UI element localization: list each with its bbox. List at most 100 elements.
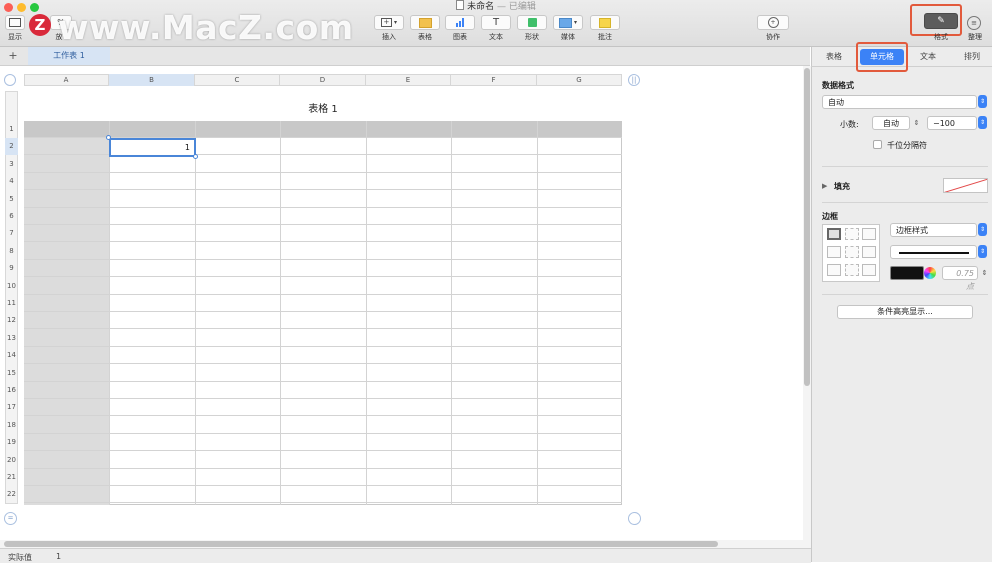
data-format-value: 自动 bbox=[828, 98, 844, 107]
table-row bbox=[24, 278, 622, 295]
border-bottom-icon[interactable] bbox=[862, 264, 876, 276]
collaborate-button[interactable]: + bbox=[757, 15, 789, 30]
row-header[interactable]: 21 bbox=[5, 469, 18, 486]
column-header-b[interactable]: B bbox=[109, 74, 195, 86]
row-header[interactable]: 16 bbox=[5, 382, 18, 399]
add-sheet-button[interactable]: + bbox=[6, 48, 20, 64]
row-header[interactable]: 9 bbox=[5, 260, 18, 277]
table-row bbox=[24, 295, 622, 312]
column-header-c[interactable]: C bbox=[195, 74, 280, 86]
table-label: 表格 bbox=[418, 33, 432, 41]
row-header[interactable]: 1 bbox=[5, 121, 18, 138]
row-header[interactable]: 2 bbox=[5, 138, 18, 156]
comment-icon bbox=[599, 17, 611, 28]
column-header-a[interactable]: A bbox=[24, 74, 109, 86]
comment-button[interactable] bbox=[590, 15, 620, 30]
table-title[interactable]: 表格 1 bbox=[280, 100, 366, 115]
tab-cell[interactable]: 单元格 bbox=[860, 49, 904, 65]
color-wheel-icon[interactable] bbox=[924, 267, 936, 279]
media-button[interactable]: ▾ bbox=[553, 15, 583, 30]
column-header-g[interactable]: G bbox=[537, 74, 622, 86]
border-color-well[interactable] bbox=[890, 266, 924, 280]
column-header-e[interactable]: E bbox=[366, 74, 451, 86]
row-header[interactable]: 15 bbox=[5, 365, 18, 382]
row-header[interactable]: 12 bbox=[5, 312, 18, 329]
tab-table[interactable]: 表格 bbox=[812, 49, 856, 65]
sheet-tab-active[interactable]: 工作表 1 bbox=[28, 47, 110, 65]
row-header[interactable]: 22 bbox=[5, 486, 18, 503]
row-header[interactable]: 3 bbox=[5, 156, 18, 173]
column-divider bbox=[537, 121, 538, 505]
border-all-icon[interactable] bbox=[862, 228, 876, 240]
row-header[interactable]: 4 bbox=[5, 173, 18, 190]
row-header[interactable]: 7 bbox=[5, 225, 18, 242]
table-row bbox=[24, 191, 622, 208]
format-button[interactable]: ✎ bbox=[924, 13, 958, 29]
text-icon: T bbox=[492, 17, 500, 28]
row-header[interactable]: 17 bbox=[5, 399, 18, 416]
row-header[interactable]: 6 bbox=[5, 208, 18, 225]
tab-arrange[interactable]: 排列 bbox=[950, 49, 992, 65]
view-label: 显示 bbox=[8, 33, 22, 41]
row-header[interactable]: 8 bbox=[5, 243, 18, 260]
line-style-dropdown-icon[interactable]: ⇕ bbox=[978, 245, 987, 258]
shape-button[interactable] bbox=[517, 15, 547, 30]
vertical-scrollbar[interactable] bbox=[804, 68, 810, 386]
conditional-highlight-button[interactable]: 条件高亮显示... bbox=[837, 305, 973, 319]
data-format-dropdown-icon[interactable]: ⇕ bbox=[978, 95, 987, 108]
border-style-dropdown-icon[interactable]: ⇕ bbox=[978, 223, 987, 236]
column-header-f[interactable]: F bbox=[451, 74, 537, 86]
selected-cell[interactable]: 1 bbox=[109, 138, 196, 157]
row-header[interactable]: 13 bbox=[5, 330, 18, 347]
row-header[interactable]: 19 bbox=[5, 434, 18, 451]
border-inner-icon[interactable] bbox=[845, 228, 859, 240]
cell-resize-handle[interactable] bbox=[106, 135, 111, 140]
table-button[interactable] bbox=[410, 15, 440, 30]
row-header[interactable]: 10 bbox=[5, 278, 18, 295]
insert-button[interactable]: + ▾ bbox=[374, 15, 404, 30]
horizontal-scrollbar[interactable] bbox=[4, 541, 718, 547]
sheet-tab-bar bbox=[0, 47, 810, 66]
border-width-stepper[interactable]: ⇕ bbox=[980, 266, 989, 280]
border-outer-icon[interactable] bbox=[827, 228, 841, 240]
border-horizontal-icon[interactable] bbox=[845, 264, 859, 276]
row-header[interactable]: 5 bbox=[5, 191, 18, 208]
border-left-icon[interactable] bbox=[827, 246, 841, 258]
text-button[interactable]: T bbox=[481, 15, 511, 30]
chart-button[interactable] bbox=[445, 15, 475, 30]
thousands-checkbox[interactable] bbox=[873, 140, 882, 149]
doc-icon bbox=[456, 0, 465, 10]
row-header[interactable]: 11 bbox=[5, 295, 18, 312]
border-vertical-icon[interactable] bbox=[845, 246, 859, 258]
column-header-d[interactable]: D bbox=[280, 74, 366, 86]
negative-format-value: −100 bbox=[933, 119, 955, 128]
data-format-select[interactable]: 自动 bbox=[822, 95, 977, 109]
border-top-icon[interactable] bbox=[827, 264, 841, 276]
border-right-icon[interactable] bbox=[862, 246, 876, 258]
table-select-handle[interactable] bbox=[4, 74, 16, 86]
add-column-handle[interactable]: || bbox=[628, 74, 640, 86]
fill-label[interactable]: 填充 bbox=[834, 181, 850, 192]
line-style-select[interactable] bbox=[890, 245, 977, 259]
disclosure-triangle-icon[interactable]: ▶ bbox=[822, 182, 827, 190]
negative-format-select[interactable]: −100 bbox=[927, 116, 977, 130]
organize-icon: ≡ bbox=[971, 19, 977, 27]
fill-color-well[interactable] bbox=[943, 178, 988, 193]
table-row bbox=[24, 347, 622, 365]
row-header[interactable]: 20 bbox=[5, 452, 18, 469]
negative-format-dropdown-icon[interactable]: ⇕ bbox=[978, 116, 987, 129]
cell-resize-handle[interactable] bbox=[193, 154, 198, 159]
tab-text[interactable]: 文本 bbox=[906, 49, 950, 65]
decimal-stepper[interactable]: ⇕ bbox=[912, 116, 921, 130]
border-width-field[interactable]: 0.75 点 bbox=[942, 266, 978, 291]
row-header[interactable]: 18 bbox=[5, 417, 18, 434]
table-icon bbox=[418, 17, 432, 28]
view-button[interactable] bbox=[5, 15, 25, 30]
decimal-field[interactable]: 自动 bbox=[872, 116, 910, 130]
row-header[interactable]: 14 bbox=[5, 347, 18, 364]
border-style-select[interactable]: 边框样式 bbox=[890, 223, 977, 237]
table-row bbox=[24, 312, 622, 330]
table-resize-handle[interactable] bbox=[628, 512, 641, 525]
organize-button[interactable]: ≡ bbox=[967, 16, 981, 30]
add-row-handle[interactable]: = bbox=[4, 512, 17, 525]
